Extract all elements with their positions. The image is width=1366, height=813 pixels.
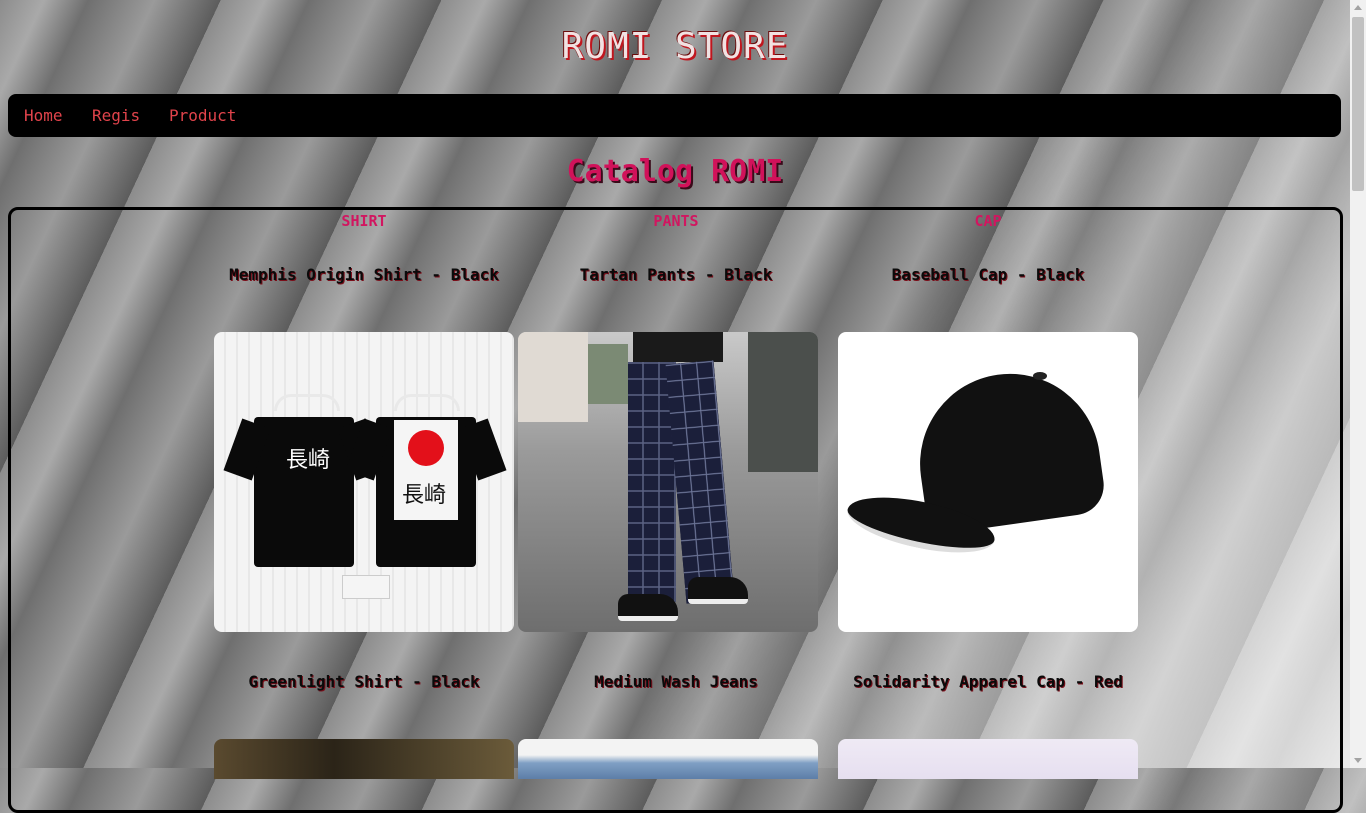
pants-product-image[interactable] xyxy=(518,332,818,632)
page: ROMI STORE Home Regis Product Catalog RO… xyxy=(0,0,1350,813)
product-name: Solidarity Apparel Cap - Red xyxy=(853,672,1123,691)
wall-shape xyxy=(748,332,818,472)
shirt-product-image[interactable] xyxy=(214,739,514,779)
nav-product-link[interactable]: Product xyxy=(169,106,236,125)
kanji-print-icon: 長崎 xyxy=(286,448,331,473)
category-shirt-heading: SHIRT xyxy=(341,212,387,230)
category-pants-heading: PANTS xyxy=(653,212,699,230)
nav-regis-link[interactable]: Regis xyxy=(92,106,140,125)
product-name: Baseball Cap - Black xyxy=(891,265,1085,284)
shirt-product-image[interactable]: 長崎 長崎 xyxy=(214,332,514,632)
building-shape xyxy=(518,332,588,422)
product-name: Medium Wash Jeans xyxy=(594,672,758,691)
cap-product-image[interactable] xyxy=(838,739,1138,779)
product-name: Memphis Origin Shirt - Black xyxy=(229,265,499,284)
navbar: Home Regis Product xyxy=(8,94,1341,137)
hanger-icon xyxy=(394,394,460,411)
product-name: Tartan Pants - Black xyxy=(579,265,773,284)
jeans-product-image[interactable] xyxy=(518,739,818,779)
cap-product-image[interactable] xyxy=(838,332,1138,632)
scrollbar-thumb[interactable] xyxy=(1352,17,1364,191)
cap-button-icon xyxy=(1033,372,1047,380)
hanger-icon xyxy=(274,394,340,411)
power-outlet-icon xyxy=(342,575,390,599)
shirt-hem-shape xyxy=(633,332,723,362)
sneaker-icon xyxy=(618,594,678,621)
nav-home-link[interactable]: Home xyxy=(24,106,63,125)
scroll-up-arrow-icon[interactable] xyxy=(1354,5,1362,10)
catalog-title: Catalog ROMI xyxy=(566,154,784,189)
vertical-scrollbar[interactable] xyxy=(1350,0,1366,768)
tshirt-front-icon xyxy=(254,417,354,567)
tree-shape xyxy=(588,344,628,404)
rising-sun-icon xyxy=(408,430,444,466)
product-name: Greenlight Shirt - Black xyxy=(248,672,480,691)
store-title: ROMI STORE xyxy=(561,26,789,67)
scroll-down-arrow-icon[interactable] xyxy=(1354,758,1362,763)
category-cap-heading: CAP xyxy=(974,212,1002,230)
kanji-print-icon: 長崎 xyxy=(402,483,447,508)
sneaker-icon xyxy=(688,577,748,604)
